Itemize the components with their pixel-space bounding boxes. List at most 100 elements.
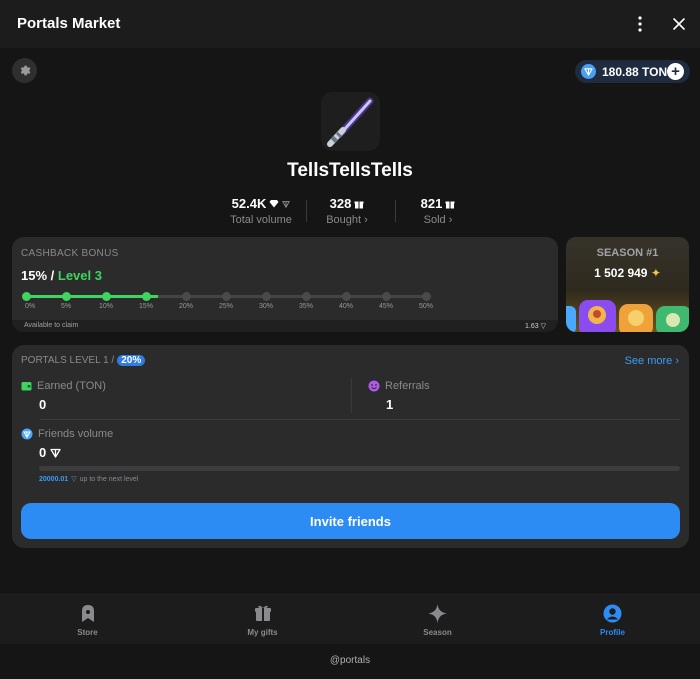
sparkle-icon: ✦ — [650, 266, 661, 280]
cashback-step-dot — [261, 292, 271, 301]
cashback-card[interactable]: CASHBACK BONUS 15% / Level 3 0% 5% 10% 15% 2… — [12, 237, 558, 332]
stat-value: 328 — [329, 196, 352, 211]
lightsaber-icon — [321, 92, 380, 151]
friends-volume-label: Friends volume — [38, 428, 114, 440]
stat-value: 821 — [420, 196, 443, 211]
referrals-label-row: Referrals — [368, 380, 430, 392]
season-title: SEASON #1 — [596, 247, 659, 259]
ton-icon: ▽ — [71, 476, 77, 483]
earned-label-row: Earned (TON) — [21, 380, 106, 392]
close-icon[interactable] — [670, 14, 688, 34]
footer-handle: @portals — [329, 655, 371, 666]
cashback-step-dot — [21, 292, 31, 301]
cashback-step-label: 45% — [378, 303, 393, 310]
balance-amount: 180.88 TON — [602, 64, 668, 79]
avatar — [321, 92, 380, 151]
stat-total-volume: 52.4K Total volume — [221, 196, 301, 226]
cashback-step-label: 10% — [98, 303, 113, 310]
cashback-step-dot — [301, 292, 311, 301]
smile-icon — [368, 380, 380, 392]
tab-my-gifts[interactable]: My gifts — [175, 603, 350, 637]
ton-icon: ▽ — [540, 323, 546, 330]
cashback-step-label: 35% — [298, 303, 313, 310]
cashback-step-dot — [181, 292, 191, 301]
cashback-step-label: 30% — [258, 303, 273, 310]
cashback-step-label: 25% — [218, 303, 233, 310]
tab-label: My gifts — [247, 628, 278, 637]
referrals-label: Referrals — [385, 380, 430, 392]
ton-icon — [282, 200, 291, 208]
cashback-caption: CASHBACK BONUS — [21, 248, 119, 259]
cashback-step-dot — [221, 292, 231, 301]
cashback-step-label: 40% — [338, 303, 353, 310]
stat-divider — [395, 200, 396, 222]
stat-label: Bought › — [326, 214, 368, 226]
available-value: 1.63 ▽ — [525, 323, 546, 330]
tab-label: Store — [77, 628, 98, 637]
invite-friends-button[interactable]: Invite friends — [21, 503, 680, 539]
available-to-claim-bar: Available to claim 1.63 ▽ — [12, 320, 558, 332]
gift-icon — [254, 605, 271, 621]
ton-icon — [21, 428, 33, 440]
tab-store[interactable]: Store — [0, 603, 175, 637]
gift-icon — [445, 201, 455, 208]
cashback-percent: 15% / — [21, 268, 55, 283]
tab-profile[interactable]: Profile — [525, 603, 700, 637]
earned-value: 0 — [39, 397, 47, 412]
portals-divider-horizontal — [40, 419, 680, 420]
gear-icon — [20, 65, 31, 76]
bottom-tab-bar: Store My gifts Season Profile — [0, 594, 700, 644]
stat-divider — [306, 200, 307, 222]
portals-level-badge: 20% — [117, 355, 146, 366]
wallet-icon — [21, 382, 32, 391]
app-header: Portals Market — [0, 0, 700, 48]
cashback-level: 15% / Level 3 — [21, 268, 102, 283]
next-level-value: 20000.01 — [39, 475, 69, 483]
ton-icon — [581, 64, 596, 79]
gift-icon — [354, 201, 364, 208]
available-label: Available to claim — [24, 322, 79, 329]
cashback-step-dot — [101, 292, 111, 301]
cashback-progress-fill — [26, 295, 158, 298]
cashback-step-label: 15% — [138, 303, 153, 310]
referrals-value: 1 — [386, 397, 394, 412]
diamond-icon — [269, 200, 279, 208]
season-card[interactable]: SEASON #1 1 502 949 ✦ — [566, 237, 689, 332]
stat-value: 52.4K — [231, 196, 267, 211]
tab-season[interactable]: Season — [350, 603, 525, 637]
cashback-step-dot — [141, 292, 151, 301]
portals-level-card: PORTALS LEVEL 1 / 20% See more › Earned … — [12, 345, 689, 548]
season-points: 1 502 949 ✦ — [566, 266, 689, 280]
see-more-link[interactable]: See more › — [625, 355, 679, 367]
friends-volume-label-row: Friends volume — [21, 428, 113, 440]
friends-volume-value: 0 — [39, 445, 47, 460]
cashback-step-label: 5% — [60, 303, 72, 310]
cashback-step-label: 20% — [178, 303, 193, 310]
cashback-step-label: 0% — [24, 303, 36, 310]
portals-level-caption: PORTALS LEVEL 1 / 20% — [21, 355, 146, 366]
friends-volume-value-row: 0 — [39, 445, 61, 460]
cashback-step-dot — [381, 292, 391, 301]
tab-label: Profile — [600, 628, 625, 637]
portals-divider-vertical — [351, 378, 352, 413]
cashback-step-dot — [421, 292, 431, 301]
stat-bought[interactable]: 328 Bought › — [312, 196, 382, 226]
profile-icon — [603, 604, 622, 622]
balance-pill[interactable]: 180.88 TON + — [575, 60, 690, 83]
portals-level-label: PORTALS LEVEL 1 / — [21, 355, 115, 366]
username: TellsTellsTells — [287, 160, 413, 181]
store-icon — [81, 604, 94, 622]
next-level-note: 20000.01 ▽ up to the next level — [39, 475, 138, 484]
more-menu-icon[interactable] — [632, 14, 648, 34]
app-title: Portals Market — [17, 15, 121, 32]
friends-volume-progress — [39, 466, 680, 471]
stat-label: Sold › — [423, 214, 453, 226]
season-points-value: 1 502 949 — [594, 266, 648, 280]
season-gift-icons — [566, 300, 689, 332]
cashback-step-label: 50% — [418, 303, 433, 310]
stat-sold[interactable]: 821 Sold › — [402, 196, 474, 226]
settings-button[interactable] — [12, 58, 37, 83]
add-funds-icon[interactable]: + — [667, 63, 684, 80]
ton-icon — [50, 448, 61, 458]
cashback-step-dot — [61, 292, 71, 301]
